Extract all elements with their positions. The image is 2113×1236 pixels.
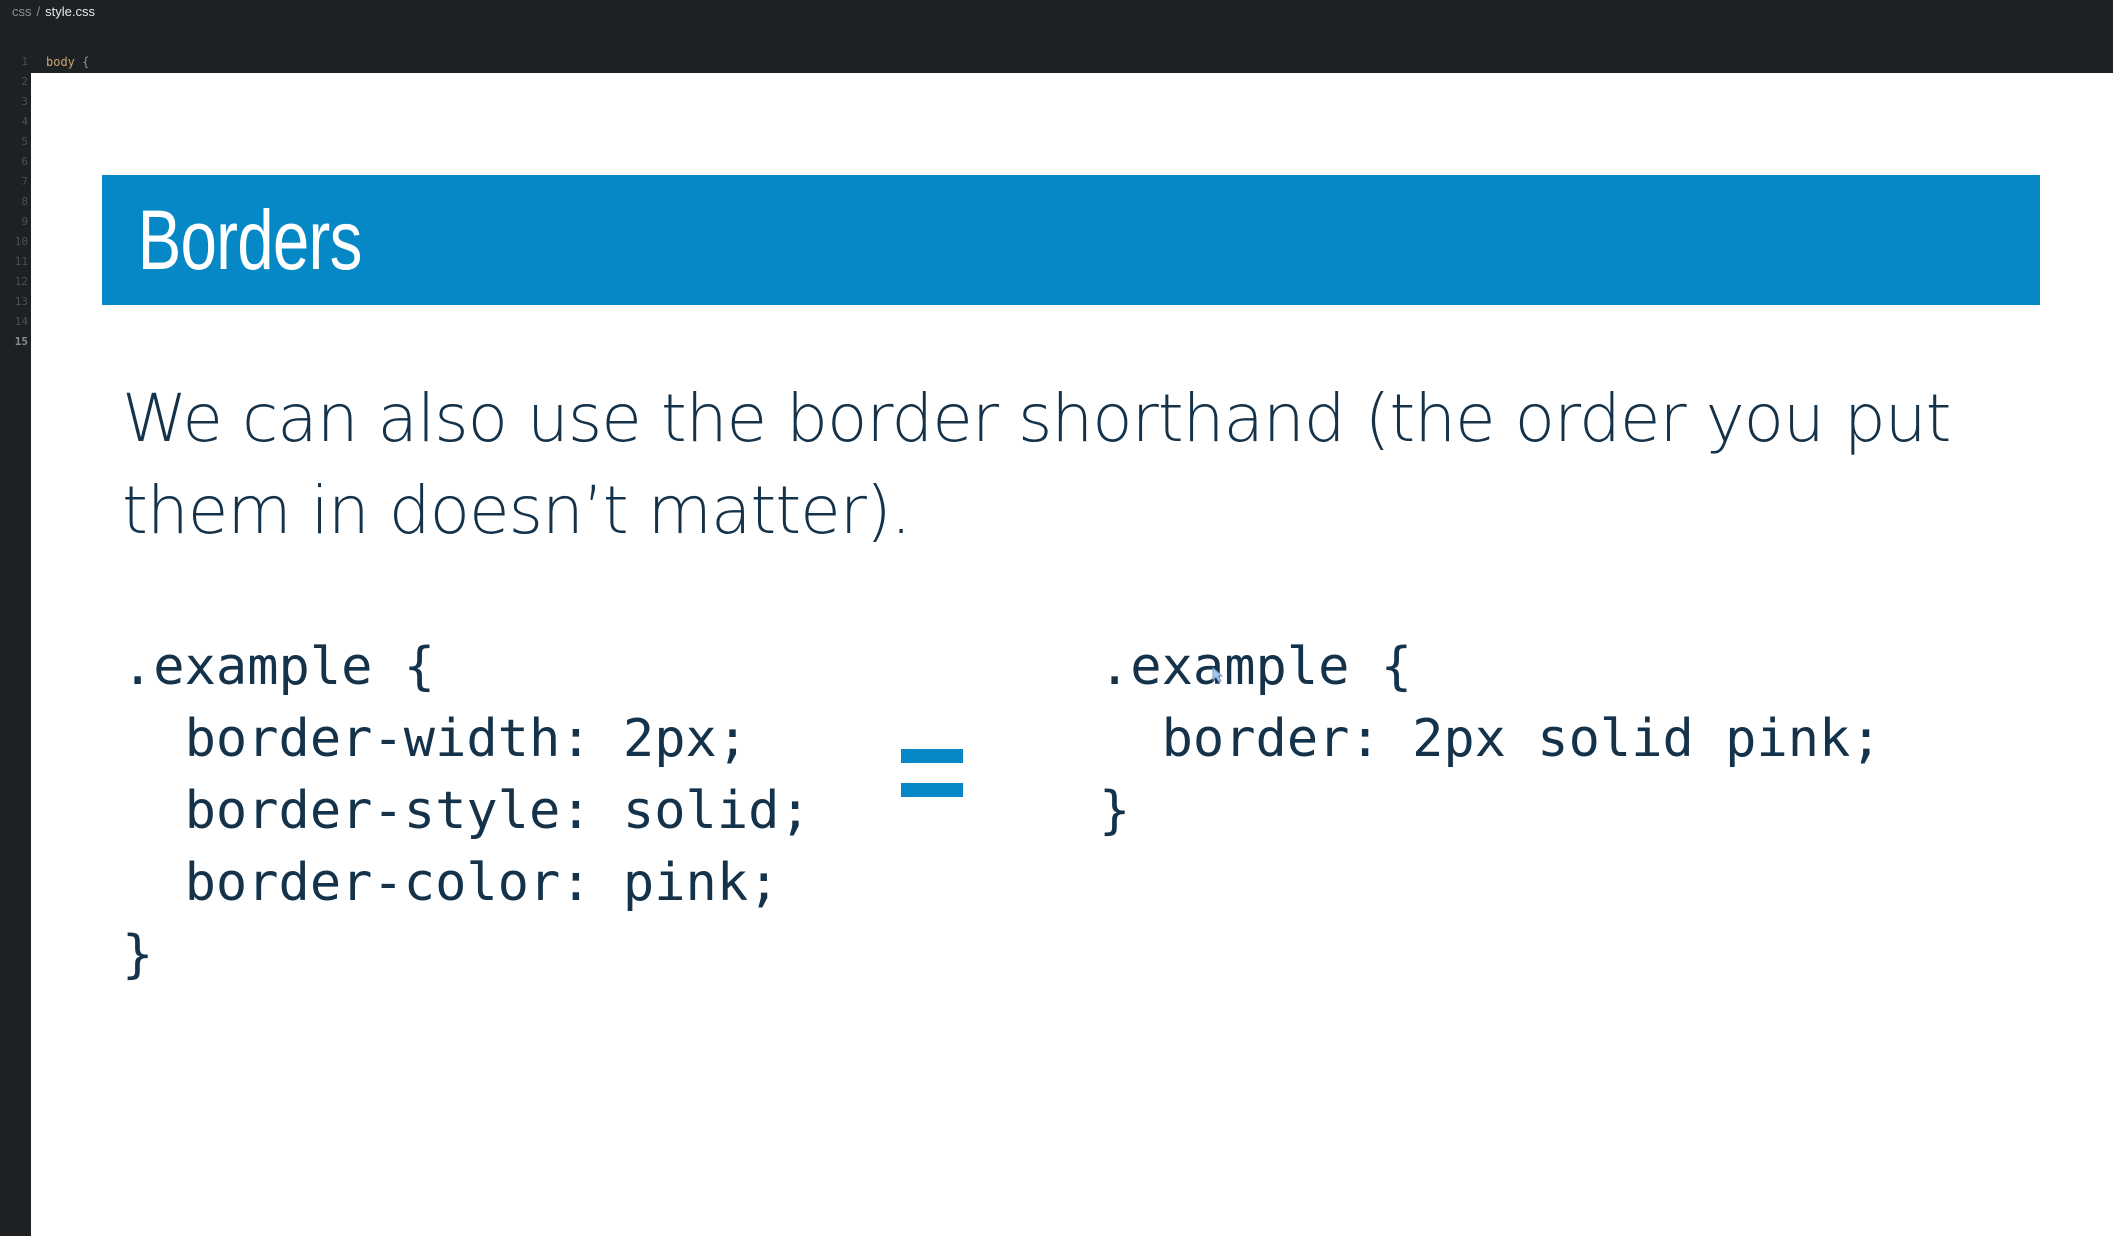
editor-header: css / style.css (0, 0, 2113, 73)
code-example-shorthand: .example { border: 2px solid pink;} (1099, 631, 1882, 847)
code-line: border-width: 2px; (122, 709, 749, 769)
line-number: 2 (21, 75, 28, 88)
equals-icon (901, 749, 963, 797)
line-number: 11 (14, 255, 28, 268)
breadcrumb: css / style.css (12, 4, 95, 19)
code-line: border-color: pink; (122, 853, 780, 913)
line-number: 14 (14, 315, 28, 328)
code-line: .example { (122, 637, 436, 697)
code-brace: { (82, 55, 90, 69)
equals-bar-bottom (901, 783, 963, 797)
line-number: 6 (21, 155, 28, 168)
line-number: 4 (21, 115, 28, 128)
slide-body-text: We can also use the border shorthand (th… (122, 380, 1951, 549)
breadcrumb-folder[interactable]: css (12, 4, 32, 19)
mouse-cursor-icon (1212, 667, 1224, 683)
slide-preview: Borders We can also use the border short… (31, 73, 2113, 1236)
slide-title-bar: Borders (102, 175, 2040, 305)
line-number: 7 (21, 175, 28, 188)
line-number: 10 (14, 235, 28, 248)
line-number: 5 (21, 135, 28, 148)
line-number: 13 (14, 295, 28, 308)
line-number: 3 (21, 95, 28, 108)
editor-code-line[interactable]: body { (46, 52, 89, 72)
code-line: border-style: solid; (122, 781, 811, 841)
code-example-longhand: .example { border-width: 2px; border-sty… (122, 631, 811, 991)
line-number-active: 15 (14, 335, 28, 348)
code-line: border: 2px solid pink; (1099, 709, 1882, 769)
equals-bar-top (901, 749, 963, 763)
line-number: 1 (21, 55, 28, 68)
breadcrumb-separator: / (36, 4, 41, 19)
code-line: } (1099, 781, 1131, 841)
code-line: } (122, 925, 154, 985)
code-selector: body (46, 55, 75, 69)
line-number-gutter: 1 2 3 4 5 6 7 8 9 10 11 12 13 14 15 (0, 52, 30, 352)
slide-title: Borders (137, 193, 363, 287)
line-number: 9 (21, 215, 28, 228)
line-number: 8 (21, 195, 28, 208)
breadcrumb-file[interactable]: style.css (45, 4, 95, 19)
line-number: 12 (14, 275, 28, 288)
